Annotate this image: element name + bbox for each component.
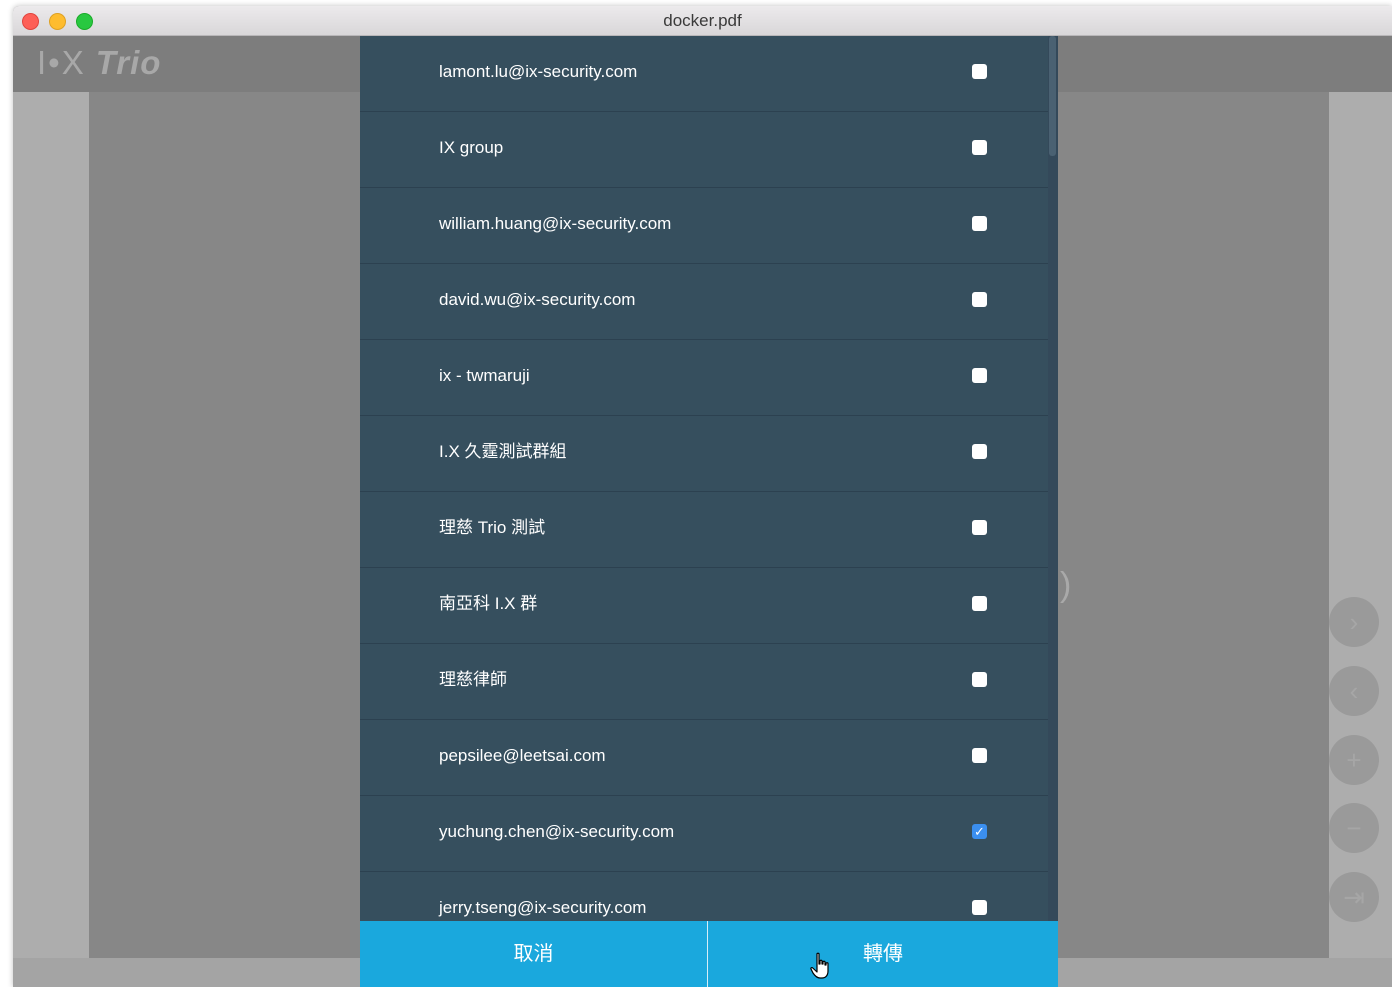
recipient-row[interactable]: 理慈 Trio 測試 — [360, 492, 1048, 568]
recipient-checkbox[interactable] — [972, 444, 987, 459]
recipient-checkbox[interactable] — [972, 748, 987, 763]
recipient-checkbox[interactable] — [972, 520, 987, 535]
zoom-in-icon[interactable]: + — [1329, 735, 1379, 785]
recipient-checkbox[interactable] — [972, 216, 987, 231]
recipient-row[interactable]: yuchung.chen@ix-security.com ✓ — [360, 796, 1048, 872]
recipient-checkbox[interactable] — [972, 368, 987, 383]
recipient-row[interactable]: ix - twmaruji — [360, 340, 1048, 416]
recipient-row[interactable]: william.huang@ix-security.com — [360, 188, 1048, 264]
recipient-label: david.wu@ix-security.com — [439, 290, 636, 309]
forward-dialog: lamont.lu@ix-security.com IX group willi… — [360, 36, 1058, 987]
logo-mark: I•X — [37, 44, 86, 81]
recipient-row[interactable]: pepsilee@leetsai.com — [360, 720, 1048, 796]
recipient-list[interactable]: lamont.lu@ix-security.com IX group willi… — [360, 36, 1048, 921]
recipient-checkbox-checked[interactable]: ✓ — [972, 824, 987, 839]
chevron-left-icon[interactable]: ‹ — [1329, 666, 1379, 716]
window-title: docker.pdf — [663, 11, 742, 30]
recipient-checkbox[interactable] — [972, 900, 987, 915]
recipient-label: william.huang@ix-security.com — [439, 214, 672, 233]
recipient-label: IX group — [439, 138, 504, 157]
recipient-label: jerry.tseng@ix-security.com — [439, 898, 647, 917]
chevron-right-icon[interactable]: › — [1329, 597, 1379, 647]
recipient-label: 南亞科 I.X 群 — [439, 594, 538, 613]
hand-pointer-icon — [810, 952, 829, 979]
recipient-label: pepsilee@leetsai.com — [439, 746, 606, 765]
recipient-label: 理慈律師 — [439, 670, 507, 689]
recipient-label: ix - twmaruji — [439, 366, 530, 385]
forward-button[interactable]: 轉傳 — [708, 921, 1058, 987]
background-text: ) — [1060, 566, 1072, 604]
exit-icon[interactable]: ⇥ — [1329, 872, 1379, 922]
recipient-row[interactable]: 理慈律師 — [360, 644, 1048, 720]
recipient-label: yuchung.chen@ix-security.com — [439, 822, 675, 841]
recipient-label: lamont.lu@ix-security.com — [439, 62, 638, 81]
recipient-row[interactable]: 南亞科 I.X 群 — [360, 568, 1048, 644]
scrollbar[interactable] — [1048, 36, 1058, 921]
recipient-row[interactable]: david.wu@ix-security.com — [360, 264, 1048, 340]
logo-text: Trio — [95, 44, 162, 81]
recipient-checkbox[interactable] — [972, 672, 987, 687]
recipient-row[interactable]: I.X 久霆測試群組 — [360, 416, 1048, 492]
app-logo: I•X Trio — [37, 44, 161, 82]
recipient-label: 理慈 Trio 測試 — [439, 518, 546, 537]
recipient-row[interactable]: jerry.tseng@ix-security.com — [360, 872, 1048, 921]
recipient-row[interactable]: lamont.lu@ix-security.com — [360, 36, 1048, 112]
scrollbar-thumb[interactable] — [1049, 36, 1056, 156]
left-gutter — [13, 92, 89, 958]
recipient-checkbox[interactable] — [972, 140, 987, 155]
zoom-out-icon[interactable]: − — [1329, 803, 1379, 853]
recipient-label: I.X 久霆測試群組 — [439, 442, 567, 461]
cancel-button[interactable]: 取消 — [360, 921, 707, 987]
recipient-row[interactable]: IX group — [360, 112, 1048, 188]
title-bar: docker.pdf — [13, 6, 1392, 36]
recipient-checkbox[interactable] — [972, 596, 987, 611]
recipient-checkbox[interactable] — [972, 64, 987, 79]
recipient-checkbox[interactable] — [972, 292, 987, 307]
